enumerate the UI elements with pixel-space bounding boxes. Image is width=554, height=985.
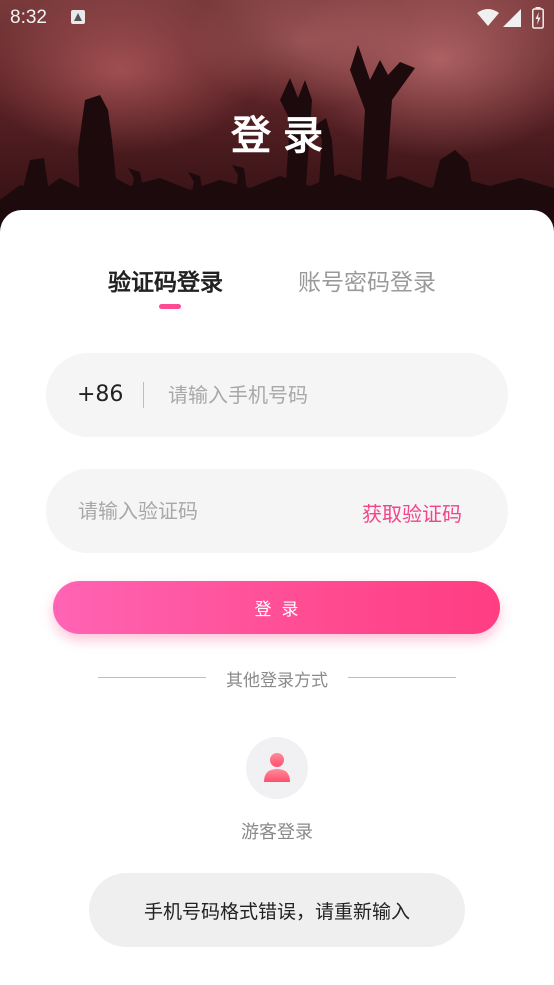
tab-sms-login[interactable]: 验证码登录 bbox=[108, 263, 223, 297]
status-time: 8:32 bbox=[10, 7, 47, 28]
code-input[interactable] bbox=[78, 469, 338, 553]
phone-input[interactable] bbox=[168, 353, 468, 437]
toast-message: 手机号码格式错误，请重新输入 bbox=[143, 900, 410, 923]
tab-password-login[interactable]: 账号密码登录 bbox=[298, 263, 436, 297]
login-button[interactable]: 登录 bbox=[53, 581, 500, 634]
active-tab-indicator bbox=[159, 304, 181, 309]
notification-icon bbox=[71, 10, 85, 24]
other-login-label: 其他登录方式 bbox=[226, 671, 328, 691]
code-field: 获取验证码 bbox=[46, 469, 508, 553]
guest-login-button[interactable] bbox=[246, 737, 308, 799]
page-title: 登录 bbox=[231, 113, 335, 159]
get-code-button[interactable]: 获取验证码 bbox=[362, 498, 462, 527]
status-bar: 8:32 bbox=[0, 0, 554, 36]
prefix-divider bbox=[143, 382, 144, 408]
guest-login-label[interactable]: 游客登录 bbox=[0, 818, 554, 844]
header-banner: 8:32 登录 bbox=[0, 0, 554, 240]
phone-field: +86 bbox=[46, 353, 508, 437]
country-code[interactable]: +86 bbox=[77, 382, 123, 407]
battery-icon bbox=[532, 7, 544, 29]
error-toast: 手机号码格式错误，请重新输入 bbox=[89, 873, 465, 947]
signal-icon bbox=[503, 9, 521, 27]
guest-user-icon bbox=[264, 753, 290, 782]
divider-right bbox=[348, 677, 456, 678]
wifi-icon bbox=[477, 9, 499, 26]
